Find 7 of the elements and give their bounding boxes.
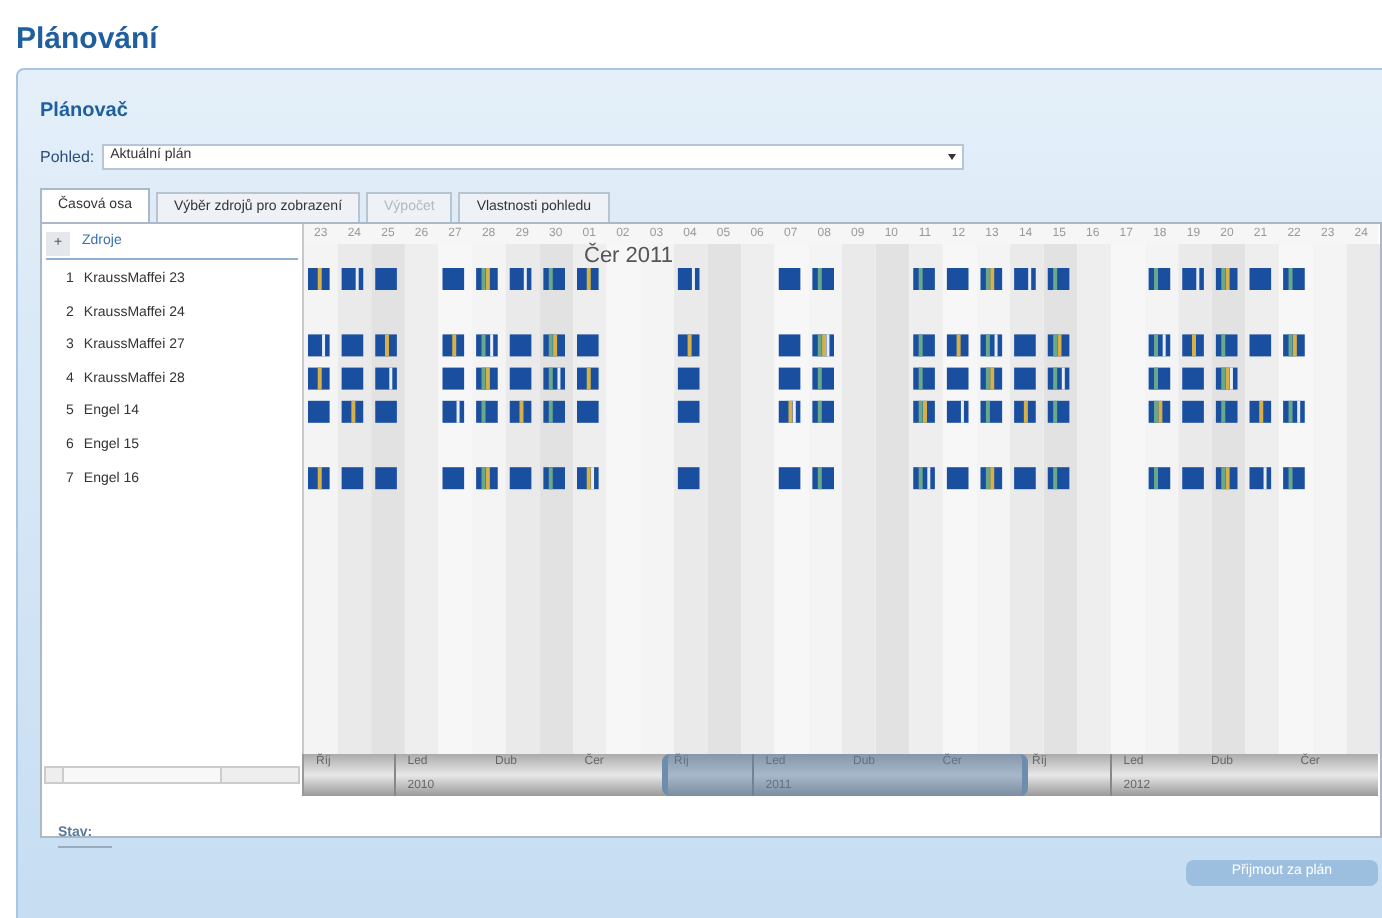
page-title: Plánování (16, 20, 158, 60)
caret-icon (948, 154, 957, 160)
month-label: Čer 2011 (584, 240, 673, 272)
range-selector[interactable] (662, 754, 1028, 796)
view-label: Pohled: (40, 145, 95, 169)
panel-title: Plánovač (40, 98, 130, 124)
horizontal-scrollbar[interactable] (44, 766, 300, 784)
